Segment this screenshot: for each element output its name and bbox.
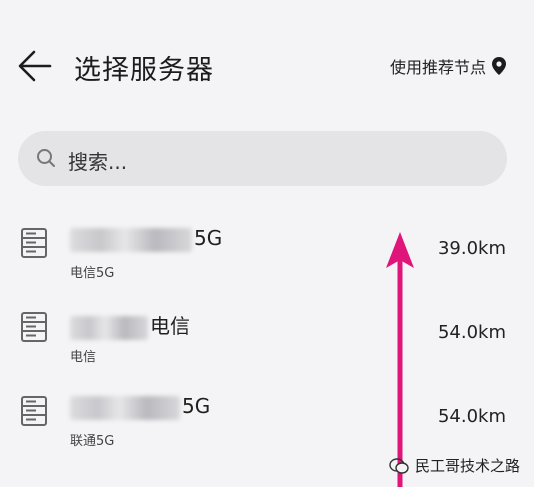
server-icon — [21, 396, 47, 426]
watermark-text: 民工哥技术之路 — [414, 457, 520, 475]
server-name-text: 5G — [194, 226, 223, 250]
search-placeholder: 搜索... — [68, 150, 128, 174]
server-item[interactable]: 电信 电信 54.0km — [0, 312, 534, 396]
recommend-label: 使用推荐节点 — [389, 58, 486, 77]
server-distance: 54.0km — [437, 406, 506, 427]
server-distance: 54.0km — [437, 322, 506, 343]
server-name: 5G — [70, 226, 222, 252]
server-item[interactable]: 5G 电信5G 39.0km — [0, 226, 534, 312]
location-pin-icon — [492, 57, 506, 75]
use-recommended-node-button[interactable]: 使用推荐节点 — [390, 54, 506, 78]
watermark: 民工哥技术之路 — [389, 455, 520, 476]
server-icon — [21, 312, 47, 342]
server-name-text: 电信 — [150, 314, 190, 338]
arrow-left-icon — [18, 50, 52, 82]
server-carrier: 电信 — [70, 350, 97, 365]
server-name: 电信 — [70, 310, 190, 340]
server-carrier: 联通5G — [70, 434, 115, 449]
scroll-up-arrow-icon — [386, 232, 414, 487]
back-button[interactable] — [16, 46, 56, 86]
search-icon — [37, 149, 55, 167]
page-title: 选择服务器 — [74, 55, 214, 86]
search-input[interactable]: 搜索... — [18, 131, 507, 186]
wechat-icon — [389, 457, 409, 474]
server-name: 5G — [70, 394, 210, 420]
server-icon — [21, 228, 47, 258]
server-carrier: 电信5G — [70, 266, 115, 281]
server-distance: 39.0km — [437, 238, 506, 259]
header: 选择服务器 使用推荐节点 — [0, 0, 534, 130]
server-name-text: 5G — [182, 394, 211, 418]
